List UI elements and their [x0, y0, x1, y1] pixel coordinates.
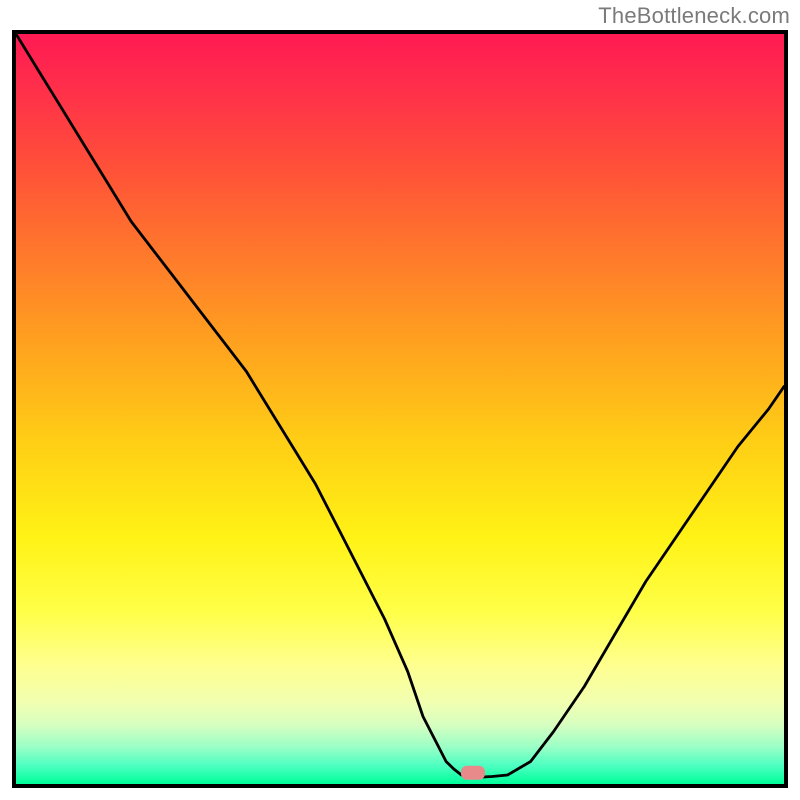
attribution-text: TheBottleneck.com	[598, 3, 790, 29]
plot-area	[12, 30, 788, 788]
bottleneck-curve	[16, 34, 784, 777]
minimum-marker	[461, 766, 485, 780]
line-series	[16, 34, 784, 784]
chart-container: TheBottleneck.com	[0, 0, 800, 800]
